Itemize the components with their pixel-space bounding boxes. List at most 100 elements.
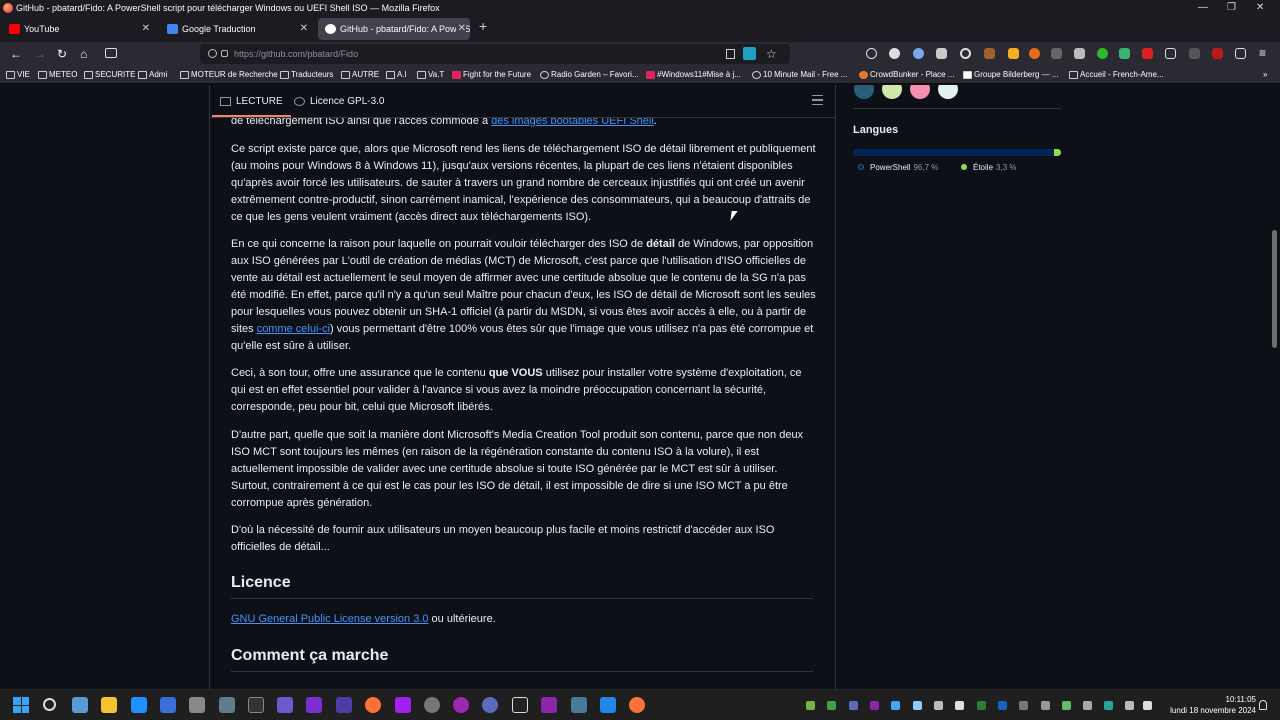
new-tab-button[interactable]: + (479, 18, 487, 34)
settings-icon[interactable] (424, 697, 440, 713)
bookmark-folder[interactable]: Traducteurs (280, 68, 333, 82)
extension-icon[interactable] (936, 48, 947, 59)
tray-icon[interactable] (827, 701, 836, 710)
bookmark-item[interactable]: Accueil - French-Ame... (1069, 68, 1164, 82)
extension-icon[interactable] (1189, 48, 1200, 59)
bookmark-folder[interactable]: SECURITE (84, 68, 135, 82)
tab-google-traduction[interactable]: Google Traduction ✕ (160, 18, 312, 40)
mask-icon[interactable] (889, 48, 900, 59)
close-icon[interactable]: ✕ (300, 18, 308, 40)
firefox-active-icon[interactable] (629, 697, 645, 713)
task-view-icon[interactable] (72, 697, 88, 713)
file-explorer-icon[interactable] (101, 697, 117, 713)
gear-icon[interactable] (960, 48, 971, 59)
tray-icon[interactable] (1062, 701, 1071, 710)
taskbar-clock[interactable]: 10:11:05 lundi 18 novembre 2024 (1158, 694, 1256, 716)
close-window-button[interactable]: ✕ (1256, 0, 1264, 16)
tracking-protection-icon[interactable] (208, 49, 217, 58)
notepad-icon[interactable] (131, 697, 147, 713)
search-icon[interactable] (43, 698, 56, 711)
tray-icon[interactable] (806, 701, 815, 710)
tab-licence[interactable]: Licence GPL-3.0 (294, 95, 385, 109)
app-icon[interactable] (541, 697, 557, 713)
app-icon[interactable] (189, 697, 205, 713)
tray-icon[interactable] (998, 701, 1007, 710)
forward-button[interactable]: → (34, 46, 46, 62)
lock-icon[interactable] (221, 50, 228, 57)
app-icon[interactable] (512, 697, 528, 713)
volume-icon[interactable] (1143, 701, 1152, 710)
maximize-button[interactable]: ❐ (1227, 0, 1236, 16)
bookmark-item[interactable]: #Windows11#Mise à j... (646, 68, 741, 82)
back-button[interactable]: ← (10, 46, 22, 62)
extension-icon[interactable] (1074, 48, 1085, 59)
bookmark-folder[interactable]: Va.T (417, 68, 444, 82)
language-etoile[interactable]: Étoile 3,3 % (961, 162, 1016, 173)
bookmark-folder[interactable]: METEO (38, 68, 77, 82)
translate-icon[interactable] (743, 47, 756, 60)
language-powershell[interactable]: PowerShell 96,7 % (858, 162, 938, 173)
app-icon[interactable] (219, 697, 235, 713)
tray-icon[interactable] (955, 701, 964, 710)
tray-icon[interactable] (977, 701, 986, 710)
extension-icon[interactable] (984, 48, 995, 59)
puzzle-icon[interactable] (1165, 48, 1176, 59)
tray-icon[interactable] (913, 701, 922, 710)
terminal-icon[interactable] (248, 697, 264, 713)
bookmark-item[interactable]: 10 Minute Mail - Free ... (752, 68, 847, 82)
account-icon[interactable] (913, 48, 924, 59)
app-icon[interactable] (571, 697, 587, 713)
youtube-icon[interactable] (1142, 48, 1153, 59)
url-text[interactable]: https://github.com/pbatard/Fido (234, 49, 358, 59)
tray-icon[interactable] (1019, 701, 1028, 710)
tray-icon[interactable] (849, 701, 858, 710)
network-icon[interactable] (1125, 701, 1134, 710)
bookmark-item[interactable]: Fight for the Future (452, 68, 531, 82)
app-icon[interactable] (306, 697, 322, 713)
reload-button[interactable]: ↻ (57, 46, 67, 62)
history-icon[interactable] (866, 48, 877, 59)
bookmark-star-icon[interactable]: ☆ (766, 44, 777, 64)
bookmark-folder[interactable]: Admi (138, 68, 167, 82)
bookmark-item[interactable]: CrowdBunker - Place ... (859, 68, 954, 82)
app-icon[interactable] (600, 697, 616, 713)
table-of-contents-icon[interactable] (812, 95, 823, 105)
tray-icon[interactable] (1041, 701, 1050, 710)
gpl-license-link[interactable]: GNU General Public License version 3.0 (231, 613, 428, 625)
shield-icon[interactable] (1119, 48, 1130, 59)
extension-icon[interactable] (1029, 48, 1040, 59)
bookmark-folder[interactable]: A.I (386, 68, 407, 82)
tray-icon[interactable] (1083, 701, 1092, 710)
close-icon[interactable]: ✕ (455, 18, 466, 40)
tab-github-fido[interactable]: GitHub - pbatard/Fido: A PowerS ✕ (318, 18, 470, 40)
bookmark-folder[interactable]: AUTRE (341, 68, 379, 82)
avatar[interactable] (882, 85, 902, 99)
app-icon[interactable] (336, 697, 352, 713)
wifi-icon[interactable] (1104, 701, 1113, 710)
avatar[interactable] (854, 85, 874, 99)
reader-view-icon[interactable] (726, 49, 735, 59)
tab-youtube[interactable]: YouTube ✕ (2, 18, 154, 40)
notification-bell-icon[interactable] (1259, 700, 1267, 710)
bookmark-item[interactable]: Groupe Bilderberg — ... (963, 68, 1058, 82)
avatar[interactable] (910, 85, 930, 99)
tab-lecture[interactable]: LECTURE (212, 95, 291, 117)
sidebar-toggle-icon[interactable] (105, 48, 117, 58)
menu-icon[interactable]: ≡ (1259, 45, 1266, 61)
tray-icon[interactable] (934, 701, 943, 710)
bookmark-folder[interactable]: MOTEUR de Recherche (180, 68, 278, 82)
bookmark-item[interactable]: Radio Garden – Favori... (540, 68, 639, 82)
extension-icon[interactable] (1097, 48, 1108, 59)
windows-start-icon[interactable] (13, 697, 29, 713)
tray-icon[interactable] (870, 701, 879, 710)
app-icon[interactable] (160, 697, 176, 713)
extension-icon[interactable] (1008, 48, 1019, 59)
home-button[interactable]: ⌂ (80, 46, 87, 62)
firefox-icon[interactable] (365, 697, 381, 713)
address-bar[interactable]: https://github.com/pbatard/Fido ☆ (200, 44, 790, 64)
app-icon[interactable] (482, 697, 498, 713)
app-icon[interactable] (453, 697, 469, 713)
scrollbar-thumb[interactable] (1272, 230, 1277, 348)
tray-icon[interactable] (891, 701, 900, 710)
download-icon[interactable] (1235, 48, 1246, 59)
